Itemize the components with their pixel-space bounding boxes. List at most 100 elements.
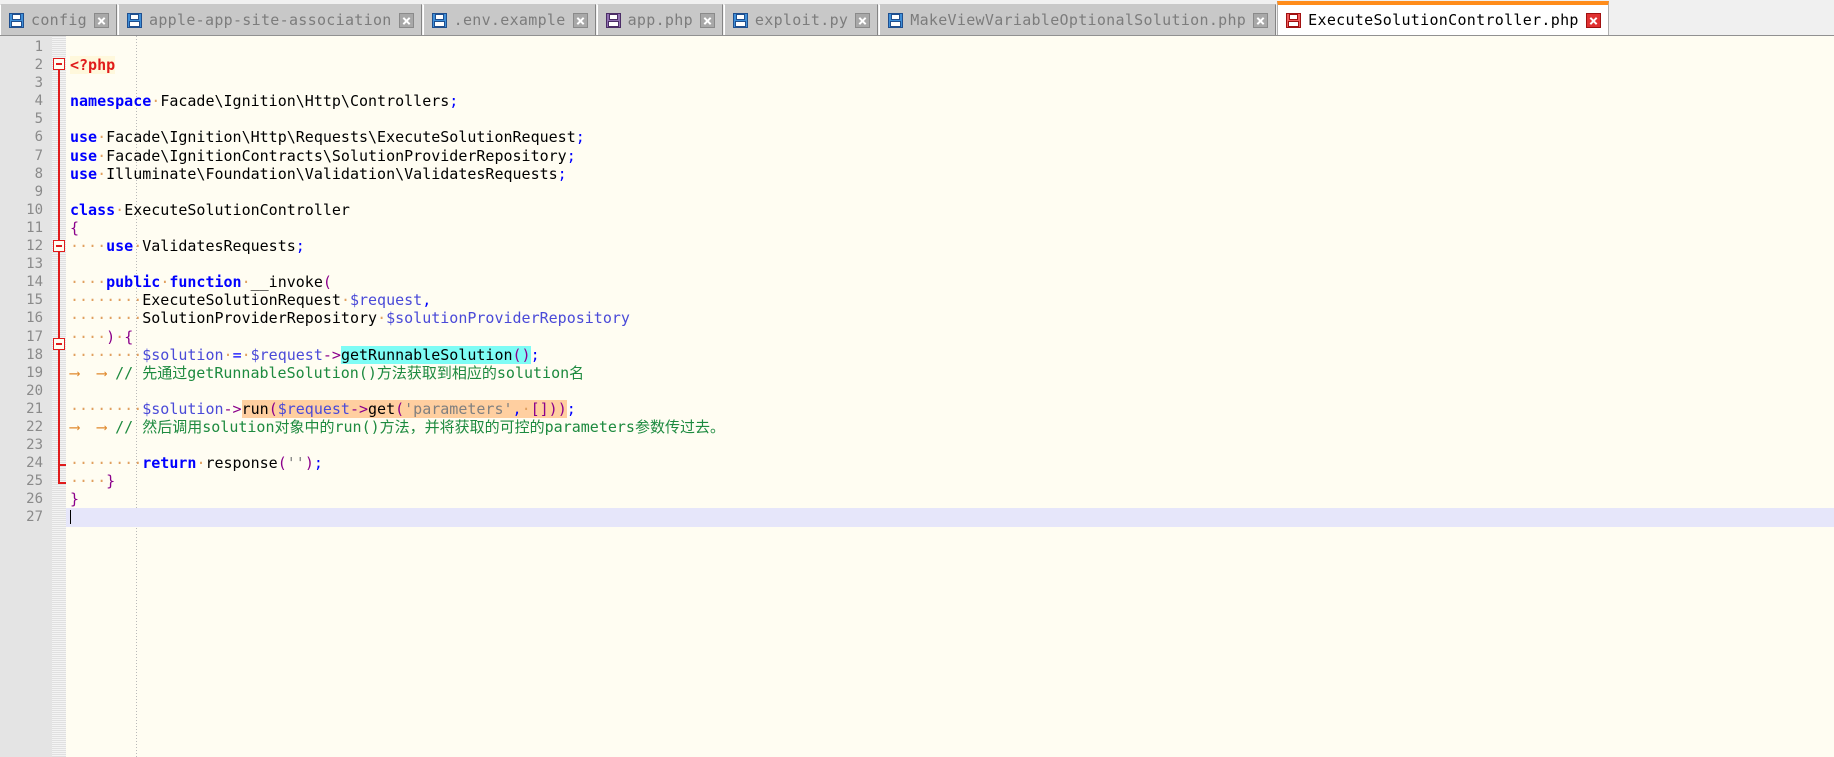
close-icon[interactable]: [1585, 12, 1601, 28]
code-line-11[interactable]: {: [66, 219, 1834, 237]
code-line-8[interactable]: use·Illuminate\Foundation\Validation\Val…: [66, 165, 1834, 183]
space-dot-icon: ········: [70, 309, 143, 328]
keyword-function: function: [169, 273, 242, 292]
floppy-disk-icon: [732, 12, 748, 28]
keyword-use: use: [70, 128, 98, 147]
close-icon[interactable]: [855, 12, 871, 28]
close-icon[interactable]: [699, 12, 715, 28]
code-line-12[interactable]: ····use·ValidatesRequests;: [66, 237, 1834, 255]
fold-toggle-icon: [53, 58, 65, 70]
code-editor[interactable]: 1 2 3 4 5 6 7 8 9 10 11 12 13 14 15 16 1…: [0, 36, 1834, 757]
tab-makeviewvariableoptionalsolution-php[interactable]: MakeViewVariableOptionalSolution.php: [879, 4, 1277, 35]
tab-config[interactable]: config: [0, 4, 117, 35]
fold-range-line: [58, 350, 60, 466]
fold-end-marker: [58, 482, 66, 484]
line-number-list: 1 2 3 4 5 6 7 8 9 10 11 12 13 14 15 16 1…: [0, 36, 52, 527]
code-line-3[interactable]: [66, 74, 1834, 92]
code-line-6[interactable]: use·Facade\Ignition\Http\Requests\Execut…: [66, 128, 1834, 146]
space-dot-icon: ·: [97, 128, 107, 147]
type-hint: SolutionProviderRepository: [142, 309, 378, 328]
code-line-5[interactable]: [66, 110, 1834, 128]
variable-request: $request: [250, 345, 323, 364]
line-number: 27: [26, 509, 43, 526]
line-number: 8: [34, 165, 43, 182]
code-line-19[interactable]: ⟶ ⟶ // 先通过getRunnableSolution()方法获取到相应的s…: [66, 364, 1834, 382]
code-line-13[interactable]: [66, 255, 1834, 273]
line-number: 20: [26, 382, 43, 399]
tab-label: ExecuteSolutionController.php: [1308, 10, 1579, 29]
comma: ,: [422, 291, 432, 310]
space-dot-icon: ····: [70, 472, 107, 491]
line-number: 21: [26, 400, 43, 417]
code-line-2[interactable]: <?php: [66, 56, 1834, 75]
use-path: Facade\Ignition\Http\Requests\ExecuteSol…: [106, 128, 576, 147]
php-open-tag: <?php: [70, 56, 116, 75]
code-text-area[interactable]: <?php namespace·Facade\Ignition\Http\Con…: [66, 36, 1834, 757]
comment-line-22: // 然后调用solution对象中的run()方法，并将获取的可控的param…: [115, 417, 725, 436]
space-dot-icon: ·: [97, 164, 107, 183]
keyword-use: use: [106, 237, 134, 256]
editor-tab-bar: config apple-app-site-association .env.e…: [0, 0, 1834, 36]
line-number: 15: [26, 292, 43, 309]
keyword-namespace: namespace: [70, 92, 152, 111]
close-icon[interactable]: [572, 12, 588, 28]
close-paren: ): [106, 327, 116, 346]
code-folding-margin[interactable]: [52, 36, 66, 757]
open-brace: {: [70, 218, 80, 237]
code-line-16[interactable]: ········SolutionProviderRepository·$solu…: [66, 309, 1834, 327]
code-line-21[interactable]: ········$solution->run($request->get('pa…: [66, 399, 1834, 418]
variable-solution: $solution: [142, 345, 224, 364]
code-line-27[interactable]: [66, 508, 1834, 527]
tab-app-php[interactable]: app.php: [596, 4, 723, 35]
line-number: 2: [34, 57, 43, 74]
line-number: 5: [34, 111, 43, 128]
semicolon: ;: [575, 128, 585, 147]
space-dot-icon: ········: [70, 345, 143, 364]
code-line-26[interactable]: }: [66, 490, 1834, 508]
code-line-22[interactable]: ⟶ ⟶ // 然后调用solution对象中的run()方法，并将获取的可控的p…: [66, 418, 1834, 436]
code-line-14[interactable]: ····public·function·__invoke(: [66, 273, 1834, 291]
code-line-25[interactable]: ····}: [66, 472, 1834, 490]
close-paren: ): [304, 454, 314, 473]
line-number: 3: [34, 75, 43, 92]
space-dot-icon: ········: [70, 454, 143, 473]
close-icon[interactable]: [94, 12, 109, 28]
line-number: 12: [26, 238, 43, 255]
notepadpp-window: config apple-app-site-association .env.e…: [0, 0, 1834, 757]
code-line-17[interactable]: ····)·{: [66, 328, 1834, 346]
code-line-24[interactable]: ········return·response('');: [66, 454, 1834, 472]
code-line-15[interactable]: ········ExecuteSolutionRequest·$request,: [66, 291, 1834, 309]
open-paren: (: [277, 454, 287, 473]
close-icon[interactable]: [1253, 12, 1269, 28]
line-number: 10: [26, 201, 43, 218]
tab-exploit-py[interactable]: exploit.py: [723, 4, 879, 35]
tab-executesolutioncontroller-php[interactable]: ExecuteSolutionController.php: [1277, 1, 1609, 35]
code-line-4[interactable]: namespace·Facade\Ignition\Http\Controlle…: [66, 92, 1834, 110]
fold-toggle-icon: [53, 240, 65, 252]
space-dot-icon: ····: [70, 237, 107, 256]
code-line-20[interactable]: [66, 382, 1834, 400]
code-line-1[interactable]: [66, 38, 1834, 56]
semicolon: ;: [530, 345, 540, 364]
close-icon[interactable]: [398, 12, 414, 28]
line-number: 22: [26, 418, 43, 435]
floppy-disk-icon: [888, 12, 904, 28]
code-line-list: <?php namespace·Facade\Ignition\Http\Con…: [66, 36, 1834, 527]
semicolon: ;: [449, 92, 459, 111]
space-dot-icon: ·: [241, 345, 251, 364]
code-line-10[interactable]: class·ExecuteSolutionController: [66, 201, 1834, 219]
line-number: 14: [26, 274, 43, 291]
semicolon: ;: [313, 454, 323, 473]
semicolon: ;: [566, 146, 576, 165]
code-line-18[interactable]: ········$solution·=·$request->getRunnabl…: [66, 345, 1834, 364]
string-empty: '': [286, 454, 305, 473]
tab-label: exploit.py: [754, 10, 849, 29]
function-response: response: [205, 454, 278, 473]
tab-env-example[interactable]: .env.example: [422, 4, 596, 35]
tab-apple-app-site-association[interactable]: apple-app-site-association: [118, 4, 422, 35]
code-line-9[interactable]: [66, 183, 1834, 201]
code-line-23[interactable]: [66, 436, 1834, 454]
semicolon: ;: [295, 237, 305, 256]
comment-line-19: // 先通过getRunnableSolution()方法获取到相应的solut…: [115, 363, 585, 382]
code-line-7[interactable]: use·Facade\IgnitionContracts\SolutionPro…: [66, 147, 1834, 165]
